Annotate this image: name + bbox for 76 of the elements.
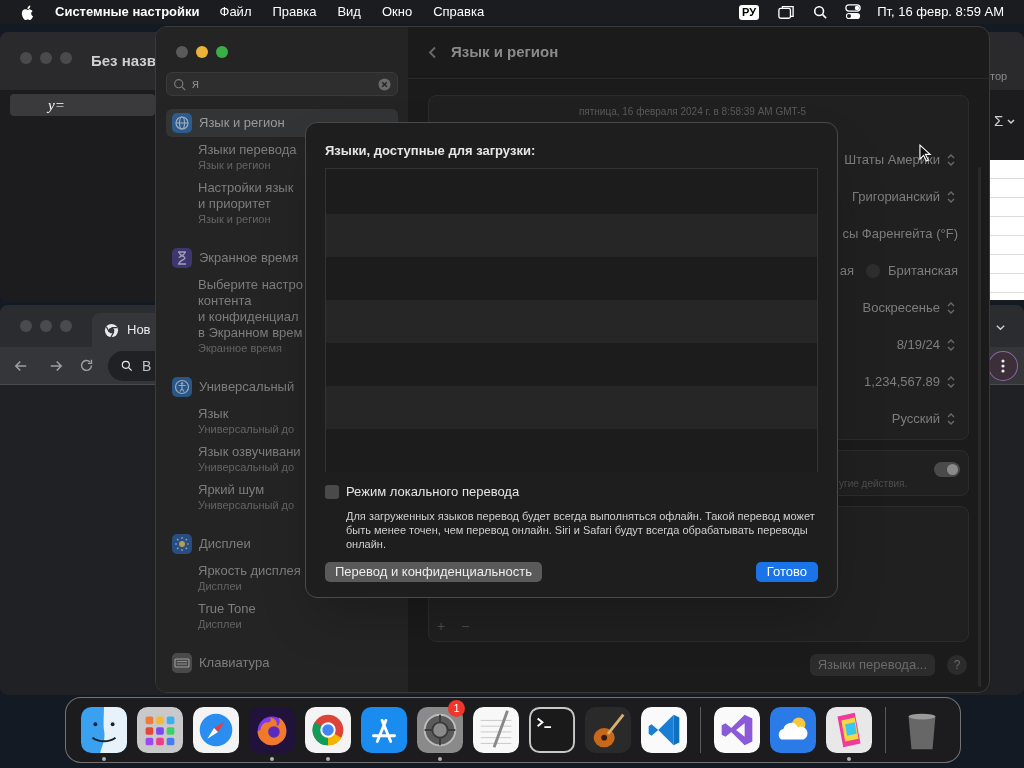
notification-badge: 1 xyxy=(448,700,465,717)
search-icon[interactable] xyxy=(813,5,828,19)
radio-label[interactable]: ая xyxy=(839,260,854,281)
apple-logo-icon[interactable] xyxy=(20,3,35,21)
menu-clock[interactable]: Пт, 16 февр. 8:59 AM xyxy=(877,2,1004,22)
updown-icon xyxy=(946,152,956,167)
menu-button[interactable] xyxy=(988,351,1018,381)
popup-button[interactable]: 8/19/24 xyxy=(896,334,956,355)
accessibility-icon xyxy=(172,377,192,397)
updown-icon xyxy=(946,189,956,204)
search-field[interactable]: я xyxy=(166,72,398,96)
app-menu[interactable]: Системные настройки xyxy=(55,2,200,22)
setting-value: сы Фаренгейта (°F) xyxy=(842,224,958,243)
menu-item[interactable]: Правка xyxy=(272,2,317,22)
cloud-icon[interactable] xyxy=(770,707,816,753)
popup-button[interactable]: Григорианский xyxy=(851,186,956,207)
browser-logo-icon xyxy=(104,322,119,338)
notepad-icon[interactable] xyxy=(473,707,519,753)
clear-icon[interactable] xyxy=(378,77,391,91)
keyboard-icon xyxy=(172,653,192,673)
sum-button[interactable]: Σ xyxy=(994,110,1017,133)
caret-icon xyxy=(1006,116,1017,127)
updown-icon xyxy=(946,300,956,315)
done-button[interactable]: Готово xyxy=(755,561,818,582)
window-title: Без назв xyxy=(91,51,156,71)
sidebar-item[interactable]: Клавиатура xyxy=(166,649,398,677)
globe-icon xyxy=(172,113,192,133)
reload-icon[interactable] xyxy=(78,357,95,374)
app-grid-icon[interactable] xyxy=(137,707,183,753)
popup-button[interactable]: Штаты Америки xyxy=(844,149,956,170)
search-icon xyxy=(173,77,186,91)
fox-icon[interactable] xyxy=(249,707,295,753)
sun-icon xyxy=(172,534,192,554)
page-title: Язык и регион xyxy=(451,42,559,63)
window-control[interactable] xyxy=(196,46,208,58)
search-result[interactable]: True Tone Дисплеи xyxy=(166,601,398,639)
search-icon xyxy=(120,359,134,373)
updown-icon xyxy=(946,411,956,426)
color-swatch-icon[interactable] xyxy=(826,707,872,753)
description-text: Для загруженных языков перевод будет всегда выполняться офлайн. Такой перевод может быть менее точен, чем перевод онлайн. Siri и Safari будут всегда обрабатывать переводы онлайн. xyxy=(346,508,816,551)
compass-icon[interactable] xyxy=(193,707,239,753)
code-icon[interactable] xyxy=(641,707,687,753)
menu-item[interactable]: Файл xyxy=(219,2,252,22)
menu-item[interactable]: Окно xyxy=(381,2,413,22)
windows-icon[interactable] xyxy=(777,4,796,20)
dialog-title: Языки, доступные для загрузки: xyxy=(325,143,537,159)
more-icon xyxy=(1001,359,1005,373)
hourglass-icon xyxy=(172,248,192,268)
radio-option[interactable]: Британская xyxy=(866,260,958,281)
letter-a-icon[interactable] xyxy=(361,707,407,753)
checkbox-row[interactable]: Режим локального перевода xyxy=(325,482,818,502)
window-control[interactable] xyxy=(216,46,228,58)
toolbar-label: тор xyxy=(990,69,1008,84)
ring-icon[interactable] xyxy=(305,707,351,753)
equation-field[interactable]: y= xyxy=(10,94,155,116)
popup-button[interactable]: 1,234,567.89 xyxy=(864,371,956,392)
popup-button[interactable]: Русский xyxy=(891,408,956,429)
control-center-icon[interactable] xyxy=(845,4,862,20)
chevron-down-icon[interactable] xyxy=(995,322,1006,333)
menu-item[interactable]: Справка xyxy=(433,2,485,22)
translation-languages-button[interactable]: Языки перевода... xyxy=(809,654,935,676)
face-icon[interactable] xyxy=(81,707,127,753)
address-bar[interactable]: В xyxy=(108,351,155,381)
toggle-switch[interactable] xyxy=(934,462,960,477)
privacy-button[interactable]: Перевод и конфиденциальность xyxy=(325,561,542,582)
back-chevron-icon[interactable] xyxy=(428,46,437,59)
terminal-icon[interactable] xyxy=(529,707,575,753)
help-button[interactable]: ? xyxy=(947,655,967,675)
infinity-icon[interactable] xyxy=(714,707,760,753)
browser-tab[interactable]: Нов xyxy=(92,313,155,347)
input-source-badge[interactable]: РУ xyxy=(739,4,760,20)
guitar-icon[interactable] xyxy=(585,707,631,753)
menu-item[interactable]: Вид xyxy=(337,2,361,22)
updown-icon xyxy=(946,337,956,352)
updown-icon xyxy=(946,374,956,389)
popup-button[interactable]: Воскресенье xyxy=(862,297,956,318)
